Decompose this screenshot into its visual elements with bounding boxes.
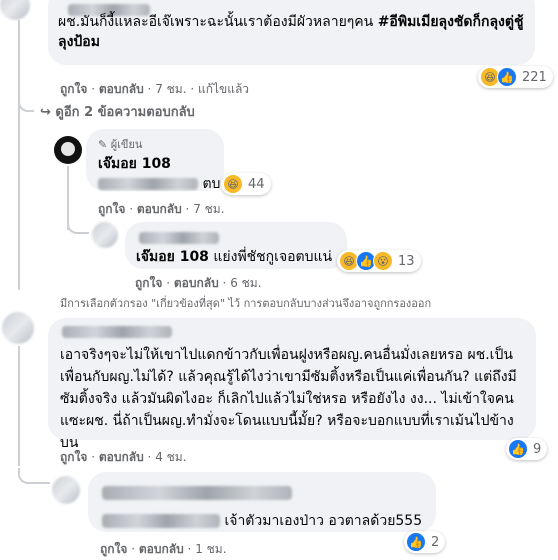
reaction-count: 221 — [522, 69, 547, 85]
author-badge: ผู้เขียน — [110, 138, 143, 151]
filter-notice: มีการเลือกตัวกรอง "เกี่ยวข้องที่สุด" ไว้… — [60, 297, 432, 310]
comment-bubble: ผช.มันก็งี้แหละอีเจ๊เพราะฉะนั้นเราต้องมี… — [48, 0, 535, 65]
timestamp[interactable]: 7 ชม. — [193, 202, 224, 216]
reply-button[interactable]: ตอบกลับ — [174, 276, 219, 290]
thread-curve — [18, 468, 50, 484]
like-button[interactable]: ถูกใจ — [135, 276, 162, 290]
reaction-count: 9 — [533, 441, 542, 457]
like-icon: 👍 — [497, 67, 517, 87]
reply-arrow-icon: ↪ — [40, 105, 56, 120]
author-name[interactable]: เจ๊มอย 108 — [98, 153, 171, 175]
author-avatar[interactable] — [54, 136, 82, 164]
commenter-avatar[interactable] — [2, 312, 34, 344]
reaction-count: 44 — [248, 176, 265, 192]
commenter-name-blurred[interactable] — [62, 326, 172, 338]
thread-curve — [67, 218, 89, 234]
reply-button[interactable]: ตอบกลับ — [99, 82, 144, 96]
timestamp[interactable]: 7 ชม. — [155, 82, 186, 96]
comment-bubble: เอาจริงๆจะไม่ให้เขาไปแดกข้าวกับเพื่อนฝูง… — [48, 318, 536, 451]
edited-label: แก้ไขแล้ว — [197, 82, 250, 96]
reply-button[interactable]: ตอบกลับ — [137, 202, 182, 216]
wow-emoji-icon: 😮 — [373, 251, 393, 271]
like-button[interactable]: ถูกใจ — [60, 450, 87, 464]
reply-text: ตบ — [202, 176, 221, 192]
replier-avatar[interactable] — [52, 476, 80, 504]
reaction-summary[interactable]: 😆 44 — [221, 173, 271, 195]
thread-line — [18, 346, 20, 466]
comment-text: ผช.มันก็งี้แหละอีเจ๊เพราะฉะนั้นเราต้องมี… — [58, 14, 378, 30]
like-button[interactable]: ถูกใจ — [98, 202, 125, 216]
haha-emoji-icon: 😆 — [223, 174, 243, 194]
reaction-count: 2 — [431, 534, 440, 550]
like-icon: 👍 — [406, 532, 426, 552]
reaction-summary[interactable]: 😆 👍 😮 13 — [337, 250, 421, 272]
mention-blurred[interactable] — [102, 514, 220, 528]
user-reply-bubble: เจ๊มอย 108 แย่งพี่ชัชกูเจอตบแน่ — [125, 222, 347, 269]
timestamp[interactable]: 1 ชม. — [195, 542, 226, 556]
reaction-summary[interactable]: 👍 2 — [404, 531, 446, 553]
like-button[interactable]: ถูกใจ — [100, 542, 127, 556]
see-more-replies[interactable]: ↪ ดูอีก 2 ข้อความตอบกลับ — [40, 101, 195, 122]
author-reply-bubble: ✎ ผู้เขียน เจ๊มอย 108 ตบ — [86, 129, 224, 192]
comment-text: เอาจริงๆจะไม่ให้เขาไปแดกข้าวกับเพื่อนฝูง… — [60, 347, 517, 451]
reaction-summary[interactable]: 👍 9 — [506, 438, 548, 460]
timestamp[interactable]: 4 ชม. — [155, 450, 186, 464]
replier-name-blurred[interactable] — [102, 486, 292, 500]
mention-link[interactable]: เจ๊มอย 108 — [136, 249, 209, 265]
timestamp[interactable]: 6 ชม. — [230, 276, 261, 290]
replier-name-blurred[interactable] — [139, 232, 219, 244]
thread-curve — [18, 98, 34, 112]
thread-line — [18, 20, 20, 290]
commenter-avatar[interactable] — [0, 0, 30, 20]
like-icon: 👍 — [508, 439, 528, 459]
reaction-count: 13 — [398, 253, 415, 269]
like-button[interactable]: ถูกใจ — [60, 82, 87, 96]
reply-bubble: เจ้าตัวมาเองป่าว อวตาลด้วย555 — [88, 472, 436, 532]
reaction-summary[interactable]: 😆 👍 221 — [478, 66, 553, 88]
reply-text: แย่งพี่ชัชกูเจอตบแน่ — [208, 249, 333, 265]
author-badge-icon: ✎ — [98, 138, 111, 151]
replier-avatar[interactable] — [92, 222, 118, 248]
reply-text: เจ้าตัวมาเองป่าว อวตาลด้วย555 — [224, 513, 423, 529]
reply-button[interactable]: ตอบกลับ — [139, 542, 184, 556]
mention-blurred[interactable] — [98, 178, 198, 190]
reply-button[interactable]: ตอบกลับ — [99, 450, 144, 464]
